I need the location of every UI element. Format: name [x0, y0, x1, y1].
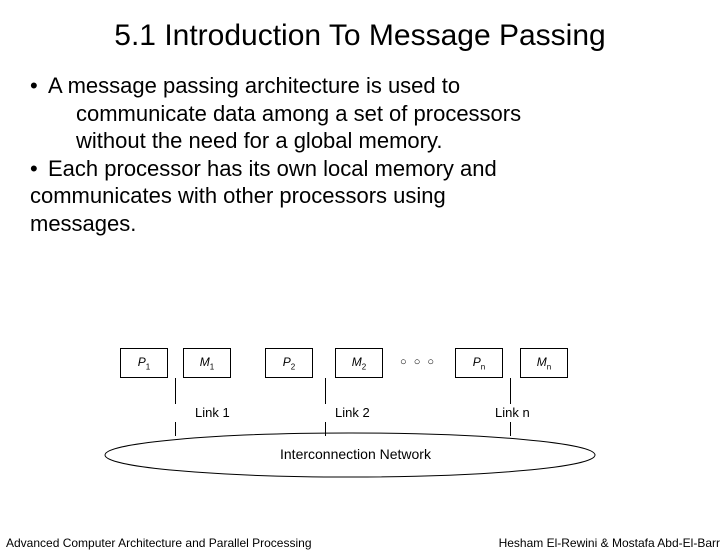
m2-label: M2	[352, 355, 366, 371]
box-p1: P1	[120, 348, 168, 378]
connector-line	[510, 378, 511, 404]
box-p2: P2	[265, 348, 313, 378]
connector-line	[175, 378, 176, 404]
box-m1: M1	[183, 348, 231, 378]
p1-label: P1	[138, 355, 150, 371]
bullet-marker: •	[30, 72, 48, 100]
pn-label: Pn	[473, 355, 485, 371]
bullet-marker: •	[30, 155, 48, 183]
slide-title: 5.1 Introduction To Message Passing	[40, 18, 680, 54]
bullet-1-line2: communicate data among a set of processo…	[30, 100, 690, 128]
box-mn: Mn	[520, 348, 568, 378]
box-m2: M2	[335, 348, 383, 378]
bullet-2-line3: messages.	[30, 210, 690, 238]
p2-label: P2	[283, 355, 295, 371]
footer-left: Advanced Computer Architecture and Paral…	[6, 536, 312, 550]
bullet-2-line1: Each processor has its own local memory …	[48, 155, 497, 183]
m1-label: M1	[200, 355, 214, 371]
box-pn: Pn	[455, 348, 503, 378]
linkn-label: Link n	[495, 405, 530, 420]
architecture-diagram: P1 M1 P2 M2 ○ ○ ○ Pn Mn Link 1 Link 2 Li…	[110, 348, 610, 508]
bullet-1-line3: without the need for a global memory.	[30, 127, 690, 155]
connector-line	[325, 378, 326, 404]
bullet-list: • A message passing architecture is used…	[30, 72, 690, 237]
mn-label: Mn	[537, 355, 551, 371]
ellipsis-icon: ○ ○ ○	[400, 356, 436, 368]
footer-right: Hesham El-Rewini & Mostafa Abd-El-Barr	[499, 536, 720, 550]
link1-label: Link 1	[195, 405, 230, 420]
bullet-2-line2: communicates with other processors using	[30, 182, 690, 210]
bullet-1-line1: A message passing architecture is used t…	[48, 72, 460, 100]
network-label: Interconnection Network	[280, 446, 431, 462]
link2-label: Link 2	[335, 405, 370, 420]
